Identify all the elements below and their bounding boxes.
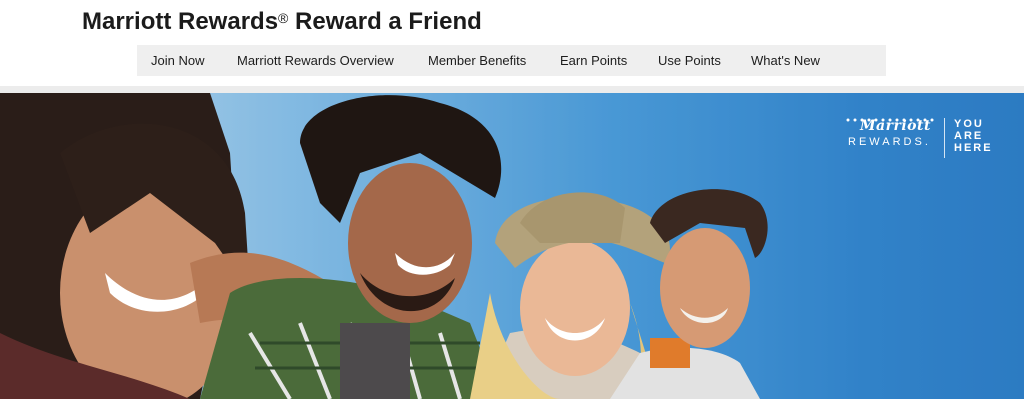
marriott-rewards-logo: Marriott REWARDS. YOU ARE HERE — [846, 118, 996, 162]
hero-banner: Marriott REWARDS. YOU ARE HERE — [0, 93, 1024, 399]
registered-mark: ® — [278, 10, 289, 26]
title-brand: Marriott Rewards — [82, 8, 279, 35]
nav-whats-new[interactable]: What's New — [751, 53, 820, 68]
brand-dots-icon — [846, 118, 934, 122]
tagline-line: YOU — [954, 118, 984, 130]
site-header: Marriott Rewards® Reward a Friend Join N… — [0, 0, 1024, 86]
title-program: Reward a Friend — [288, 8, 482, 35]
main-nav: Join Now Marriott Rewards Overview Membe… — [137, 45, 886, 76]
tagline-line: HERE — [954, 142, 993, 154]
tagline-line: ARE — [954, 130, 984, 142]
brand-separator — [944, 118, 945, 158]
nav-earn-points[interactable]: Earn Points — [560, 53, 627, 68]
brand-tagline: YOU ARE HERE — [954, 118, 994, 154]
nav-use-points[interactable]: Use Points — [658, 53, 721, 68]
nav-rewards-overview[interactable]: Marriott Rewards Overview — [237, 53, 394, 68]
person-woman-left — [0, 93, 250, 399]
nav-member-benefits[interactable]: Member Benefits — [428, 53, 526, 68]
brand-subtitle: REWARDS. — [848, 136, 931, 148]
header-divider — [0, 86, 1024, 93]
nav-join-now[interactable]: Join Now — [151, 53, 204, 68]
page-title: Marriott Rewards® Reward a Friend — [82, 8, 482, 36]
